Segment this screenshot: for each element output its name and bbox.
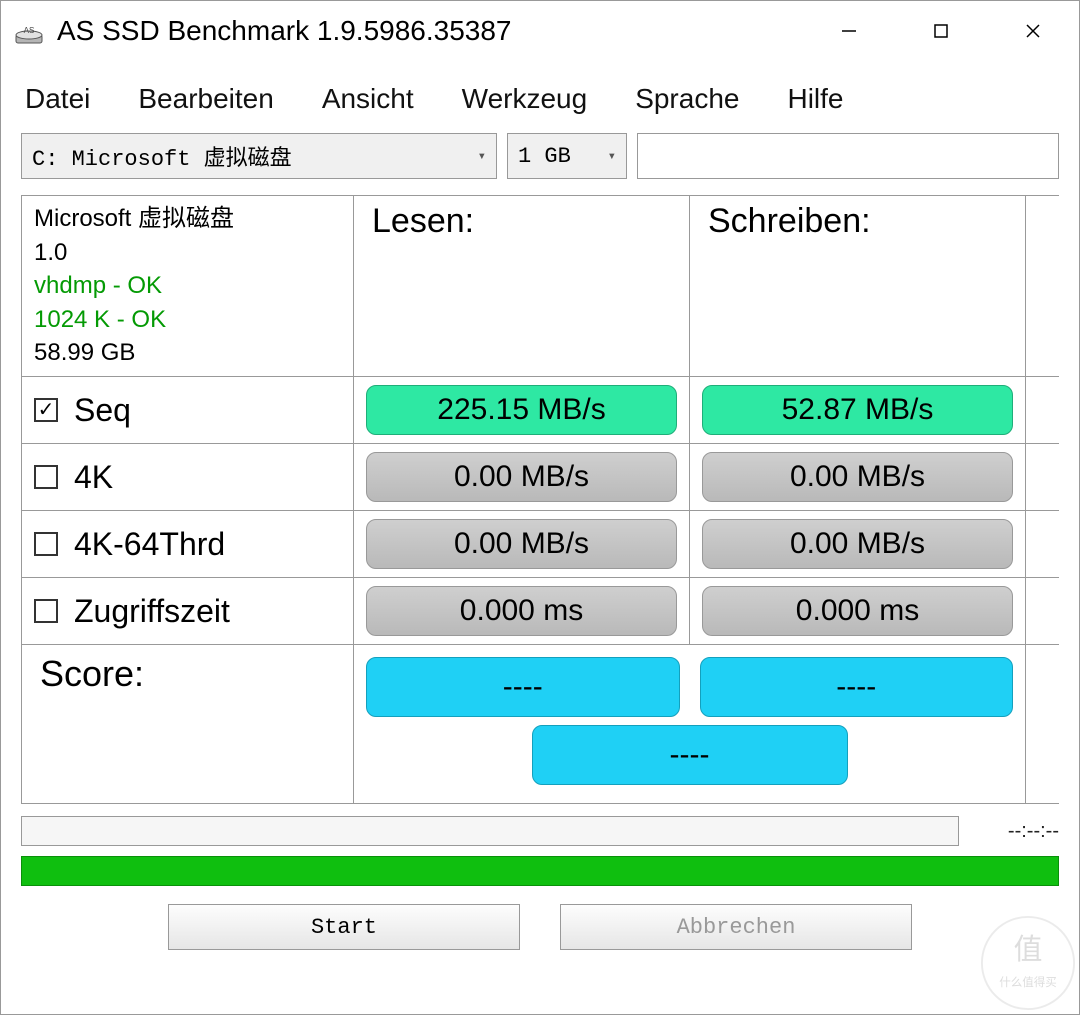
read-header: Lesen: xyxy=(354,196,690,376)
seq-checkbox[interactable] xyxy=(34,398,58,422)
4k-checkbox[interactable] xyxy=(34,465,58,489)
4k64-checkbox[interactable] xyxy=(34,532,58,556)
access-write-value: 0.000 ms xyxy=(702,586,1013,636)
menu-language[interactable]: Sprache xyxy=(635,83,739,115)
4k64-write-value: 0.00 MB/s xyxy=(702,519,1013,569)
seq-label: Seq xyxy=(74,392,131,429)
4k-label: 4K xyxy=(74,459,113,496)
title-bar: AS AS SSD Benchmark 1.9.5986.35387 xyxy=(1,1,1079,61)
drive-version: 1.0 xyxy=(34,236,341,270)
score-write: ---- xyxy=(700,657,1014,717)
chevron-down-icon: ▾ xyxy=(608,148,616,165)
access-read-value: 0.000 ms xyxy=(366,586,677,636)
seq-read-value: 225.15 MB/s xyxy=(366,385,677,435)
abort-button: Abbrechen xyxy=(560,904,912,950)
result-grid: Microsoft 虚拟磁盘 1.0 vhdmp - OK 1024 K - O… xyxy=(21,195,1059,804)
menu-file[interactable]: Datei xyxy=(25,83,90,115)
progress-bar-total xyxy=(21,856,1059,886)
elapsed-time: --:--:-- xyxy=(969,820,1059,843)
menu-edit[interactable]: Bearbeiten xyxy=(138,83,273,115)
write-header: Schreiben: xyxy=(690,196,1026,376)
drive-select-value: C: Microsoft 虚拟磁盘 xyxy=(32,140,292,172)
watermark-badge: 值 什么值得买 xyxy=(980,915,1076,1011)
access-label: Zugriffszeit xyxy=(74,593,230,630)
seq-write-value: 52.87 MB/s xyxy=(702,385,1013,435)
4k64-label: 4K-64Thrd xyxy=(74,526,225,563)
4k-read-value: 0.00 MB/s xyxy=(366,452,677,502)
4k-write-value: 0.00 MB/s xyxy=(702,452,1013,502)
maximize-button[interactable] xyxy=(895,1,987,61)
svg-text:AS: AS xyxy=(24,26,35,35)
svg-text:什么值得买: 什么值得买 xyxy=(999,976,1057,989)
minimize-button[interactable] xyxy=(803,1,895,61)
close-button[interactable] xyxy=(987,1,1079,61)
drive-alignment-status: 1024 K - OK xyxy=(34,303,341,337)
score-total: ---- xyxy=(532,725,848,785)
4k64-read-value: 0.00 MB/s xyxy=(366,519,677,569)
menu-bar: Datei Bearbeiten Ansicht Werkzeug Sprach… xyxy=(21,75,1059,133)
drive-select[interactable]: C: Microsoft 虚拟磁盘 ▾ xyxy=(21,133,497,179)
progress-bar-current xyxy=(21,816,959,846)
drive-driver-status: vhdmp - OK xyxy=(34,269,341,303)
score-label: Score: xyxy=(22,645,354,803)
size-select[interactable]: 1 GB ▾ xyxy=(507,133,627,179)
menu-help[interactable]: Hilfe xyxy=(787,83,843,115)
menu-tool[interactable]: Werkzeug xyxy=(462,83,588,115)
size-select-value: 1 GB xyxy=(518,144,571,169)
drive-info-cell: Microsoft 虚拟磁盘 1.0 vhdmp - OK 1024 K - O… xyxy=(22,196,354,376)
app-icon: AS xyxy=(13,15,45,47)
score-read: ---- xyxy=(366,657,680,717)
drive-capacity: 58.99 GB xyxy=(34,336,341,370)
access-checkbox[interactable] xyxy=(34,599,58,623)
svg-text:值: 值 xyxy=(1014,934,1043,966)
search-input[interactable] xyxy=(637,133,1059,179)
menu-view[interactable]: Ansicht xyxy=(322,83,414,115)
window-title: AS SSD Benchmark 1.9.5986.35387 xyxy=(57,15,803,47)
drive-name: Microsoft 虚拟磁盘 xyxy=(34,202,341,236)
chevron-down-icon: ▾ xyxy=(478,148,486,165)
start-button[interactable]: Start xyxy=(168,904,520,950)
